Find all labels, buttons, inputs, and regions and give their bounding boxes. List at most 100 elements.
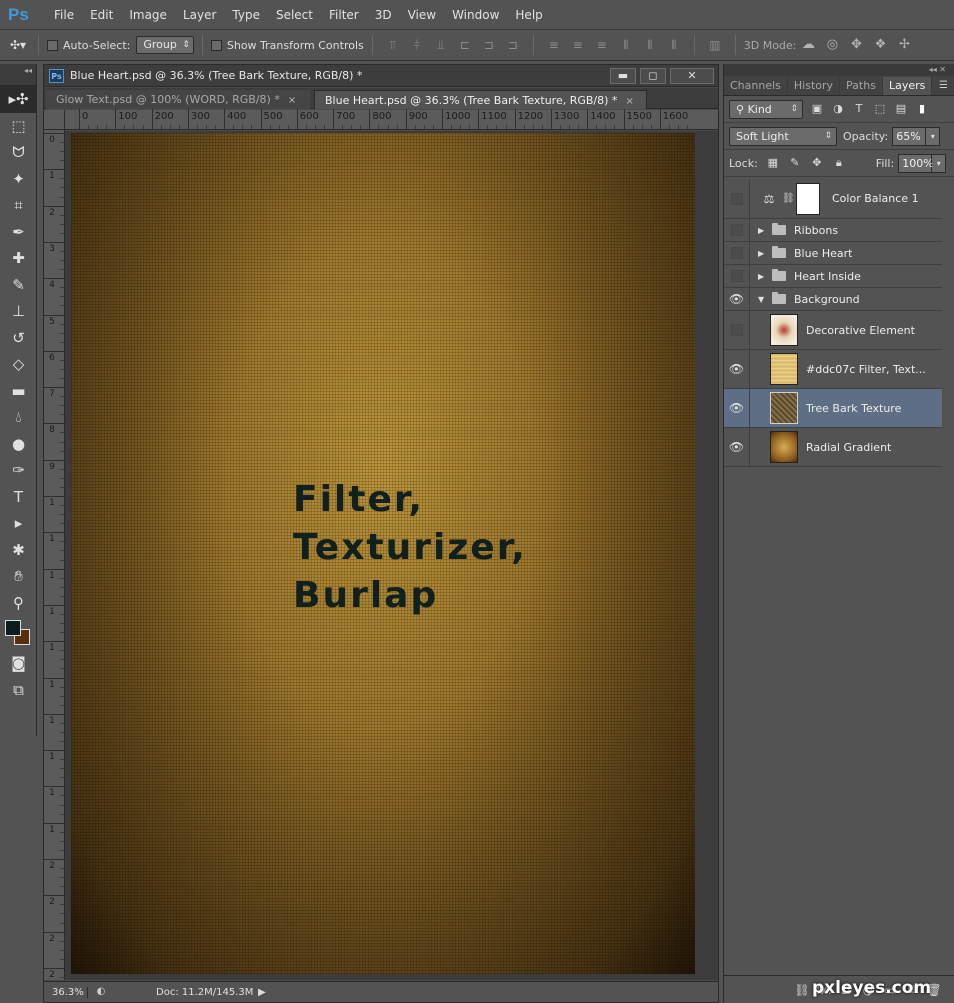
ruler-origin[interactable]	[44, 110, 65, 130]
layer-thumbnail[interactable]	[770, 431, 798, 463]
twirl-down-icon[interactable]: ▼	[758, 295, 768, 304]
visibility-eye-icon[interactable]: 👁︎	[724, 288, 750, 310]
layer-thumbnail[interactable]	[770, 314, 798, 346]
menu-help[interactable]: Help	[507, 0, 550, 30]
document-title-bar[interactable]: Ps Blue Heart.psd @ 36.3% (Tree Bark Tex…	[44, 65, 718, 87]
shape-tool-icon[interactable]: ✱	[0, 537, 37, 564]
visibility-toggle[interactable]	[724, 265, 750, 287]
3d-slide-icon[interactable]: ❖	[871, 37, 889, 53]
adjustment-filter-icon[interactable]: ◑	[831, 102, 845, 116]
lock-all-icon[interactable]: 🔒︎	[832, 156, 846, 170]
distribute-hcenter-icon[interactable]: ⦀	[641, 37, 659, 53]
twirl-right-icon[interactable]: ▶	[758, 249, 768, 258]
tab-blue-heart[interactable]: Blue Heart.psd @ 36.3% (Tree Bark Textur…	[314, 90, 647, 109]
menu-edit[interactable]: Edit	[82, 0, 121, 30]
status-menu-arrow-icon[interactable]: ▶	[258, 987, 266, 998]
maximize-button[interactable]: ◻	[640, 67, 666, 84]
lasso-tool-icon[interactable]: ᗢ	[0, 139, 37, 166]
visibility-toggle[interactable]	[724, 219, 750, 241]
minimize-button[interactable]: ▬	[610, 67, 636, 84]
dodge-tool-icon[interactable]: ●	[0, 431, 37, 458]
3d-drag-icon[interactable]: ✥	[847, 37, 865, 53]
move-tool-icon[interactable]: ▸✣	[0, 86, 37, 113]
auto-select-dropdown[interactable]: Group	[136, 36, 194, 54]
shape-filter-icon[interactable]: ⬚	[873, 102, 887, 116]
status-info-icon[interactable]: ◐	[94, 986, 108, 998]
fill-input[interactable]: 100%	[898, 153, 934, 173]
twirl-right-icon[interactable]: ▶	[758, 226, 768, 235]
type-filter-icon[interactable]: T	[852, 102, 866, 116]
layer-row-radial-gradient[interactable]: 👁︎ Radial Gradient	[724, 428, 942, 467]
visibility-eye-icon[interactable]: 👁︎	[724, 389, 750, 427]
menu-image[interactable]: Image	[121, 0, 175, 30]
align-top-icon[interactable]: ⫪	[384, 37, 402, 53]
menu-select[interactable]: Select	[268, 0, 321, 30]
distribute-top-icon[interactable]: ≡	[545, 37, 563, 53]
twirl-right-icon[interactable]: ▶	[758, 272, 768, 281]
brush-tool-icon[interactable]: ✎	[0, 272, 37, 299]
eraser-tool-icon[interactable]: ◇	[0, 351, 37, 378]
visibility-eye-icon[interactable]: 👁︎	[724, 350, 750, 388]
canvas-image[interactable]: Filter, Texturizer, Burlap	[71, 133, 695, 974]
opacity-dropdown-icon[interactable]: ▾	[926, 126, 941, 146]
auto-align-icon[interactable]: ▥	[706, 37, 724, 53]
eyedropper-tool-icon[interactable]: ✒	[0, 219, 37, 246]
blend-mode-dropdown[interactable]: Soft Light	[729, 126, 837, 146]
visibility-eye-icon[interactable]: 👁︎	[724, 428, 750, 466]
blur-tool-icon[interactable]: 💧︎	[0, 404, 37, 431]
visibility-toggle[interactable]	[724, 242, 750, 264]
layer-thumbnail[interactable]	[770, 353, 798, 385]
align-hcenter-icon[interactable]: ⊐	[480, 37, 498, 53]
panel-menu-icon[interactable]: ☰	[939, 77, 948, 95]
panel-header[interactable]: ◂◂ ✕	[724, 64, 954, 76]
menu-layer[interactable]: Layer	[175, 0, 224, 30]
close-tab-icon[interactable]: ×	[625, 96, 633, 107]
hand-tool-icon[interactable]: ✋︎	[0, 563, 37, 590]
distribute-bottom-icon[interactable]: ≡	[593, 37, 611, 53]
lock-image-icon[interactable]: ✎	[788, 156, 802, 170]
smart-object-filter-icon[interactable]: ▤	[894, 102, 908, 116]
menu-type[interactable]: Type	[224, 0, 268, 30]
pen-tool-icon[interactable]: ✑	[0, 457, 37, 484]
menu-view[interactable]: View	[400, 0, 444, 30]
menu-filter[interactable]: Filter	[321, 0, 367, 30]
show-transform-checkbox[interactable]	[210, 39, 222, 51]
close-tab-icon[interactable]: ×	[288, 95, 296, 106]
filter-kind-dropdown[interactable]: ⚲ Kind	[729, 99, 803, 119]
zoom-level[interactable]: 36.3%	[44, 986, 88, 998]
layer-row-ddc07c-filter-text[interactable]: 👁︎ #ddc07c Filter, Text...	[724, 350, 942, 389]
horizontal-ruler[interactable]: 0 100 200 300 400 500 600 700 800 900 1000 1100 1200…	[65, 109, 718, 130]
history-brush-tool-icon[interactable]: ↺	[0, 325, 37, 352]
tab-history[interactable]: History	[788, 77, 841, 95]
align-left-icon[interactable]: ⊏	[456, 37, 474, 53]
marquee-tool-icon[interactable]: ⬚	[0, 113, 37, 140]
3d-scale-icon[interactable]: ✢	[895, 37, 913, 53]
chain-link-icon[interactable]: ⛓	[782, 193, 795, 204]
close-window-button[interactable]: ✕	[670, 67, 714, 84]
screen-mode-icon[interactable]: ⧉	[0, 677, 37, 704]
align-right-icon[interactable]: ⊐	[504, 37, 522, 53]
color-balance-icon[interactable]: ⚖	[762, 192, 776, 206]
tab-channels[interactable]: Channels	[724, 77, 788, 95]
layer-mask-thumbnail[interactable]	[796, 182, 820, 215]
3d-roll-icon[interactable]: ◎	[823, 37, 841, 53]
canvas-area[interactable]: Filter, Texturizer, Burlap	[65, 131, 718, 980]
tab-layers[interactable]: Layers	[882, 77, 933, 95]
layer-row-blue-heart[interactable]: ▶ Blue Heart	[724, 242, 942, 265]
gradient-tool-icon[interactable]: ▬	[0, 378, 37, 405]
visibility-toggle[interactable]	[724, 179, 750, 218]
align-bottom-icon[interactable]: ⫫	[432, 37, 450, 53]
zoom-tool-icon[interactable]: ⚲	[0, 590, 37, 617]
fill-dropdown-icon[interactable]: ▾	[932, 153, 947, 173]
healing-brush-tool-icon[interactable]: ✚	[0, 245, 37, 272]
tab-paths[interactable]: Paths	[840, 77, 883, 95]
layer-row-ribbons[interactable]: ▶ Ribbons	[724, 219, 942, 242]
clone-stamp-tool-icon[interactable]: ⊥	[0, 298, 37, 325]
move-tool-preset-icon[interactable]: ✣▾	[9, 37, 27, 53]
vertical-ruler[interactable]: 0 1 2 3 4 5 6 7 8 9 1 1 1 1 1 1 1 1 1 1 2 2 2 2	[43, 130, 65, 997]
pixel-filter-icon[interactable]: ▣	[810, 102, 824, 116]
menu-file[interactable]: File	[46, 0, 82, 30]
lock-position-icon[interactable]: ✥	[810, 156, 824, 170]
tab-glow-text[interactable]: Glow Text.psd @ 100% (WORD, RGB/8) * ×	[46, 90, 310, 109]
visibility-toggle[interactable]	[724, 311, 750, 349]
